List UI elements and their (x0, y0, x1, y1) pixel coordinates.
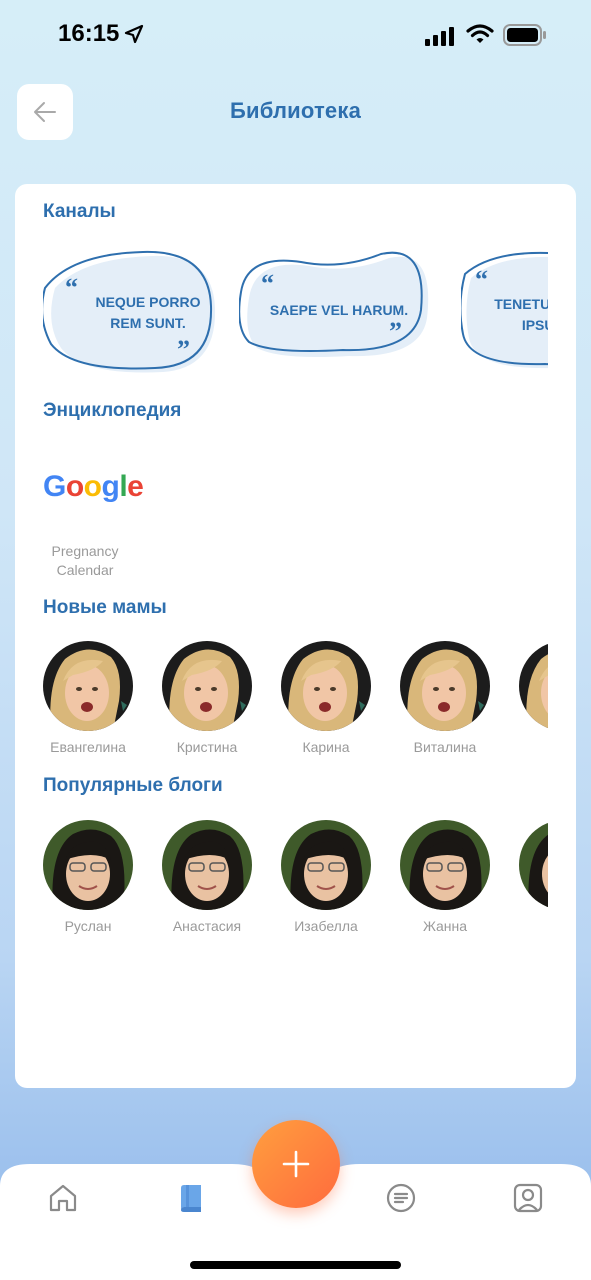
status-bar: 16:15 (0, 0, 591, 70)
person-name: Евангелина (50, 739, 126, 755)
encyclopedia-list[interactable]: Google Pregnancy Calendar (43, 470, 548, 580)
person-name: Руслан (64, 918, 112, 934)
battery-icon (503, 24, 546, 46)
status-time: 16:15 (58, 20, 120, 47)
person-item[interactable]: Виталина (400, 641, 500, 755)
channel-card[interactable]: “ ” SAEPE VEL HARUM. (239, 248, 429, 378)
section-title-channels: Каналы (43, 201, 116, 222)
person-item[interactable]: Изабелла (281, 820, 381, 934)
person-name: Кристина (176, 739, 238, 755)
channel-text: SAEPE VEL HARUM. (269, 302, 409, 318)
library-card: Каналы “ ” NEQUE PORRO REM SUNT. “ ” SAE… (15, 184, 576, 1088)
person-item[interactable]: Анастасия (162, 820, 262, 934)
svg-text:”: ” (389, 317, 402, 346)
avatar (281, 820, 371, 910)
add-button[interactable] (252, 1120, 340, 1208)
google-logo: Google (43, 470, 144, 503)
avatar (400, 820, 490, 910)
person-item[interactable]: Руслан (43, 820, 143, 934)
section-title-popular-blogs: Популярные блоги (43, 775, 223, 796)
avatar (43, 820, 133, 910)
avatar (43, 641, 133, 731)
channels-carousel[interactable]: “ ” NEQUE PORRO REM SUNT. “ ” SAEPE VEL … (43, 248, 548, 388)
person-item[interactable]: Жанна (400, 820, 500, 934)
new-moms-carousel[interactable]: Евангелина Кристина Карина Виталина (43, 641, 548, 761)
profile-icon[interactable] (512, 1182, 544, 1214)
encyclopedia-item-label: Pregnancy Calendar (51, 543, 119, 578)
channel-text: NEQUE PORRO REM SUNT. (95, 294, 201, 331)
avatar (281, 641, 371, 731)
page-title: Библиотека (229, 98, 362, 123)
encyclopedia-item[interactable]: Google Pregnancy Calendar (43, 470, 144, 580)
person-item[interactable]: Пе (519, 820, 548, 934)
svg-text:“: “ (261, 269, 274, 298)
person-name: Ев (519, 739, 548, 755)
home-icon[interactable] (47, 1182, 79, 1214)
avatar (162, 820, 252, 910)
person-item[interactable]: Карина (281, 641, 381, 755)
person-name: Жанна (422, 918, 468, 934)
person-name: Анастасия (172, 918, 242, 934)
channel-card[interactable]: “ TENETUR DOL IPSUM (461, 248, 548, 378)
channel-text: TENETUR DOL IPSUM (494, 296, 548, 333)
section-title-encyclopedia: Энциклопедия (43, 400, 182, 421)
svg-text:”: ” (177, 335, 190, 364)
avatar (400, 641, 490, 731)
cellular-signal-icon (425, 27, 454, 46)
avatar (162, 641, 252, 731)
avatar (519, 641, 548, 731)
person-item[interactable]: Кристина (162, 641, 262, 755)
svg-text:“: “ (65, 273, 78, 302)
chat-icon[interactable] (385, 1182, 417, 1214)
section-title-new-moms: Новые мамы (43, 597, 167, 618)
person-name: Пе (519, 918, 548, 934)
home-indicator (190, 1261, 401, 1269)
location-arrow-icon (124, 24, 144, 44)
avatar (519, 820, 548, 910)
wifi-icon (466, 24, 494, 43)
plus-icon (282, 1150, 310, 1178)
person-name: Изабелла (294, 918, 358, 934)
person-name: Карина (302, 739, 350, 755)
svg-text:“: “ (475, 265, 488, 294)
person-item[interactable]: Евангелина (43, 641, 143, 755)
book-icon[interactable] (175, 1182, 207, 1214)
person-item[interactable]: Ев (519, 641, 548, 755)
person-name: Виталина (413, 739, 477, 755)
popular-blogs-carousel[interactable]: Руслан Анастасия Изабелла Жанна (43, 820, 548, 940)
channel-card[interactable]: “ ” NEQUE PORRO REM SUNT. (43, 248, 223, 378)
